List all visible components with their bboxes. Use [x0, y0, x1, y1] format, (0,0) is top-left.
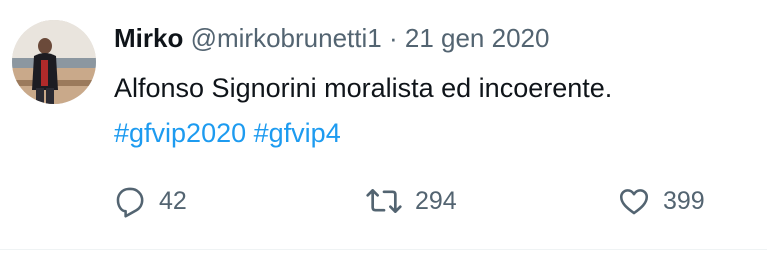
tweet-hashtags: #gfvip2020 #gfvip4: [114, 113, 341, 153]
tweet-header: Mirko @mirkobrunetti1 · 21 gen 2020: [114, 20, 549, 56]
retweet-count: 294: [415, 186, 457, 215]
bottom-divider: [0, 249, 767, 250]
heart-icon: [619, 189, 649, 215]
hashtag-link[interactable]: #gfvip4: [254, 118, 341, 148]
tweet-text: Alfonso Signorini moralista ed incoerent…: [114, 73, 613, 103]
tweet-card[interactable]: Mirko @mirkobrunetti1 · 21 gen 2020 Alfo…: [0, 0, 767, 262]
retweet-button[interactable]: 294: [365, 181, 457, 221]
reply-count: 42: [159, 186, 187, 215]
tweet-actions: 42 294 399: [0, 181, 767, 221]
header-separator: ·: [388, 23, 398, 53]
retweet-icon: [366, 189, 402, 213]
author-name[interactable]: Mirko: [114, 23, 183, 53]
like-count: 399: [663, 186, 705, 215]
reply-icon: [116, 187, 144, 218]
author-handle[interactable]: @mirkobrunetti1: [191, 23, 382, 53]
like-button[interactable]: 399: [617, 181, 705, 221]
reply-button[interactable]: 42: [113, 181, 187, 221]
tweet-date[interactable]: 21 gen 2020: [405, 23, 550, 53]
avatar[interactable]: [12, 20, 96, 104]
avatar-image: [12, 20, 96, 104]
hashtag-link[interactable]: #gfvip2020: [114, 118, 246, 148]
